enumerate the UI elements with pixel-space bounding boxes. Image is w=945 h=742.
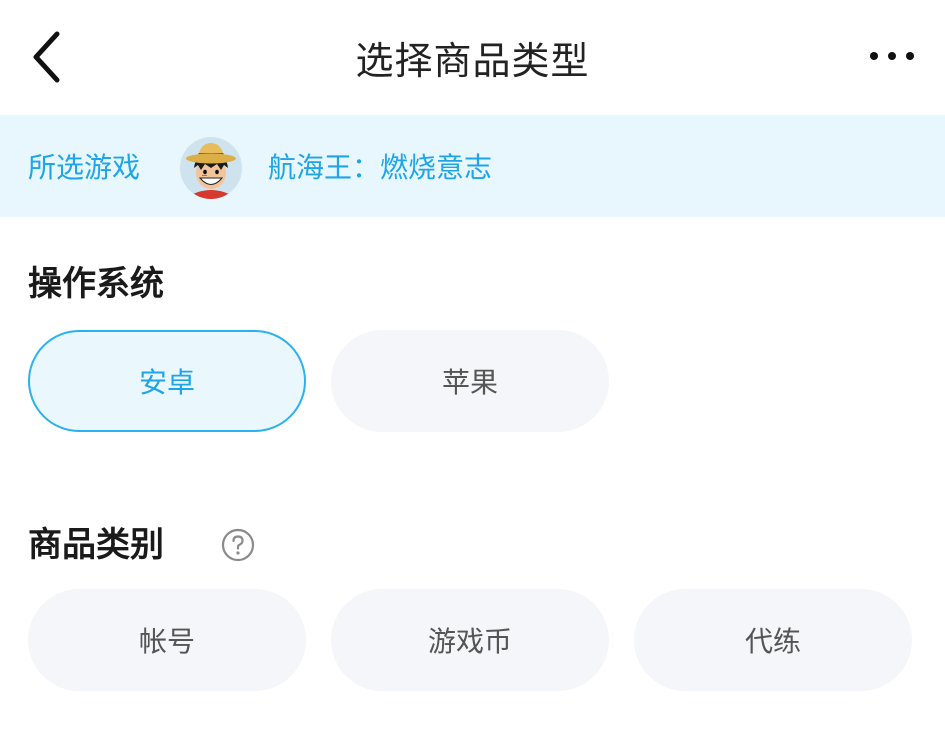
os-option-label: 安卓 [138,366,195,399]
category-option-account[interactable]: 帐号 [28,589,306,691]
os-option-android[interactable]: 安卓 [28,330,306,432]
top-nav-bar: 选择商品类型 [0,0,945,115]
os-option-label: 苹果 [441,366,498,399]
game-avatar [180,137,242,199]
category-option-label: 帐号 [138,625,195,658]
category-option-label: 代练 [744,625,801,658]
category-section-title: 商品类别 [28,525,164,565]
category-option-game-currency[interactable]: 游戏币 [331,589,609,691]
selected-game-name[interactable]: 航海王：燃烧意志 [268,115,492,217]
question-circle-icon[interactable] [221,528,255,562]
selected-game-banner: 所选游戏 航海王：燃烧意志 [0,115,945,217]
page-title: 选择商品类型 [355,39,590,83]
selected-game-label: 所选游戏 [28,151,141,184]
os-section-title: 操作系统 [28,264,164,304]
category-option-boosting[interactable]: 代练 [634,589,912,691]
os-option-ios[interactable]: 苹果 [331,330,609,432]
more-dots-icon[interactable] [864,46,920,66]
chevron-left-icon[interactable] [30,30,64,84]
category-option-label: 游戏币 [427,625,512,658]
